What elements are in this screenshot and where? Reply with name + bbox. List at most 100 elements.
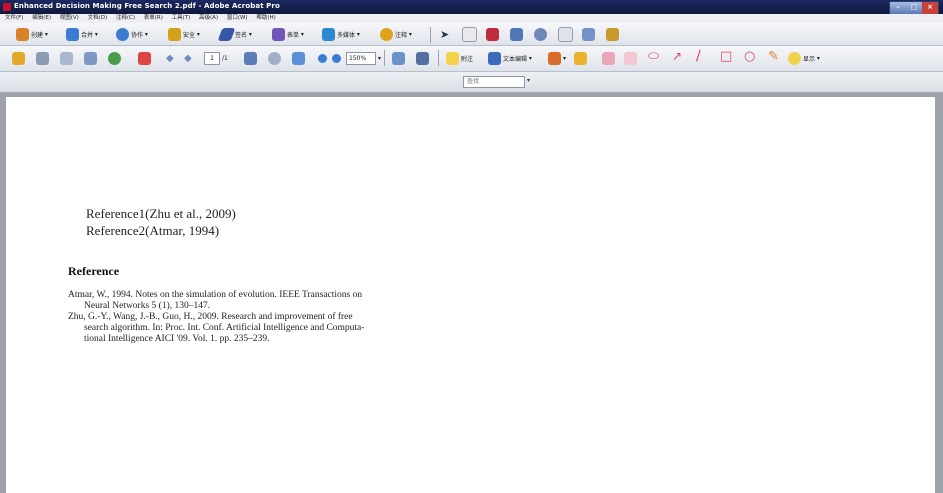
page-number-field[interactable]: 1 /1 [204, 51, 228, 65]
window-title: Enhanced Decision Making Free Search 2.p… [14, 2, 280, 10]
rectangle-tool[interactable]: □ [720, 48, 733, 64]
menu-forms[interactable]: 表单(R) [144, 14, 163, 23]
toolbar-separator [430, 27, 431, 43]
highlight-button[interactable] [574, 51, 589, 65]
create-button[interactable]: 创建 ▾ [16, 27, 48, 41]
multimedia-button[interactable]: 多媒体 ▾ [322, 27, 360, 41]
open-button[interactable] [12, 51, 27, 65]
share-icon [108, 51, 121, 65]
show-button[interactable]: 显示 ▾ [788, 51, 820, 65]
full-screen-button[interactable] [416, 51, 431, 65]
forms-button[interactable]: 表单 ▾ [272, 27, 304, 41]
tasks-toolbar: 创建 ▾ 合并 ▾ 协作 ▾ 安全 ▾ 签名 ▾ 表单 ▾ 多媒体 ▾ 注释 ▾… [0, 23, 943, 46]
oval-icon: ⬭ [648, 48, 660, 64]
line-tool[interactable]: ∕ [696, 48, 701, 64]
menu-edit[interactable]: 编辑(E) [32, 14, 51, 23]
acrobat-app-icon [3, 3, 11, 11]
page-total: /1 [222, 54, 228, 62]
page-toolbar: ◆ ◆ 1 /1 150% ▾ 附注 文本编辑 ▾ ▾ ⬭ ↗ ∕ □ ○ ✎ … [0, 46, 943, 72]
fit-view-button[interactable] [392, 51, 407, 65]
zoom-select[interactable]: 150% ▾ [346, 51, 381, 65]
zoom-out-button[interactable] [318, 51, 329, 65]
callout-icon [602, 51, 615, 65]
hand-tool[interactable] [534, 27, 549, 41]
oval-tool[interactable]: ⬭ [648, 48, 660, 64]
comment-button[interactable]: 注释 ▾ [380, 27, 412, 41]
print-button[interactable] [36, 51, 51, 65]
document-viewport[interactable]: Reference1(Zhu et al., 2009) Reference2(… [0, 93, 943, 493]
bookmark-icon [138, 51, 151, 65]
magnifier-icon [292, 51, 305, 65]
find-dropdown-icon[interactable]: ▾ [527, 77, 530, 84]
text-select-tool[interactable] [462, 26, 479, 42]
text-select-icon [462, 26, 477, 42]
window-title-bar: Enhanced Decision Making Free Search 2.p… [0, 0, 943, 15]
collaborate-icon [116, 27, 129, 41]
prev-page-button[interactable]: ◆ [166, 51, 174, 65]
menu-file[interactable]: 文件(F) [5, 14, 23, 23]
line-icon: ∕ [696, 48, 701, 64]
hand-tool-2[interactable] [268, 51, 283, 65]
reference-line-1: Reference1(Zhu et al., 2009) [86, 206, 236, 221]
comment-icon [380, 27, 393, 41]
marquee-tool[interactable] [486, 27, 501, 41]
zoom-in-button[interactable] [332, 51, 343, 65]
snapshot-tool[interactable] [510, 27, 525, 41]
fit-width-button[interactable] [244, 51, 259, 65]
collaborate-button[interactable]: 协作 ▾ [116, 27, 148, 41]
email-icon [60, 51, 73, 65]
multimedia-icon [322, 27, 335, 41]
sign-icon [217, 27, 236, 41]
sign-button[interactable]: 签名 ▾ [217, 27, 252, 41]
callout-button[interactable] [602, 51, 617, 65]
typewriter-tool[interactable] [582, 27, 597, 41]
textbox-button[interactable] [624, 51, 639, 65]
freehand-tool[interactable]: ✎ [768, 49, 779, 64]
maximize-button[interactable]: □ [906, 2, 922, 14]
full-screen-icon [416, 51, 429, 65]
next-page-button[interactable]: ◆ [184, 51, 192, 65]
ellipse-tool[interactable]: ○ [744, 49, 755, 64]
menu-comments[interactable]: 注释(C) [116, 14, 135, 23]
window-controls: – □ × [889, 1, 939, 15]
find-bar: ▾ [0, 72, 943, 93]
email-button[interactable] [60, 51, 75, 65]
folder-icon [12, 51, 25, 65]
minus-circle-icon [318, 53, 327, 63]
select-tool[interactable]: ➤ [440, 27, 449, 41]
chevron-down-icon: ▾ [378, 54, 382, 62]
menu-document[interactable]: 文档(D) [88, 14, 108, 23]
arrow-up-icon: ◆ [166, 52, 174, 64]
menu-view[interactable]: 视图(V) [60, 14, 79, 23]
secure-button[interactable]: 安全 ▾ [168, 27, 200, 41]
menu-advanced[interactable]: 高级(A) [199, 14, 218, 23]
page-fit-icon [392, 51, 405, 65]
close-button[interactable]: × [922, 2, 938, 14]
stamp-button[interactable]: ▾ [548, 51, 566, 65]
snapshot-icon [510, 27, 523, 41]
combine-button[interactable]: 合并 ▾ [66, 27, 98, 41]
find-input[interactable] [463, 76, 525, 88]
edit-tool[interactable] [606, 27, 621, 41]
menu-tools[interactable]: 工具(T) [172, 14, 191, 23]
arrow-down-icon: ◆ [184, 52, 192, 64]
menu-window[interactable]: 窗口(W) [227, 14, 248, 23]
zoom-tool[interactable] [558, 26, 575, 42]
sticky-note-icon [446, 51, 459, 65]
pencil-tool[interactable]: ↗ [672, 49, 682, 63]
forms-icon [272, 27, 285, 41]
text-edit-button[interactable]: 文本编辑 ▾ [488, 51, 532, 65]
minimize-button[interactable]: – [890, 2, 906, 14]
lock-icon [168, 27, 181, 41]
save-button[interactable] [84, 51, 99, 65]
pencil-icon: ↗ [672, 49, 683, 63]
sticky-note-button[interactable]: 附注 [446, 51, 473, 65]
find-button[interactable] [138, 51, 153, 65]
typewriter-icon [582, 27, 595, 41]
plus-circle-icon [332, 53, 341, 63]
print-icon [36, 51, 49, 65]
share-button[interactable] [108, 51, 123, 65]
menu-help[interactable]: 帮助(H) [256, 14, 275, 23]
rectangle-icon: □ [720, 48, 733, 64]
zoom-in-tool[interactable] [292, 51, 307, 65]
